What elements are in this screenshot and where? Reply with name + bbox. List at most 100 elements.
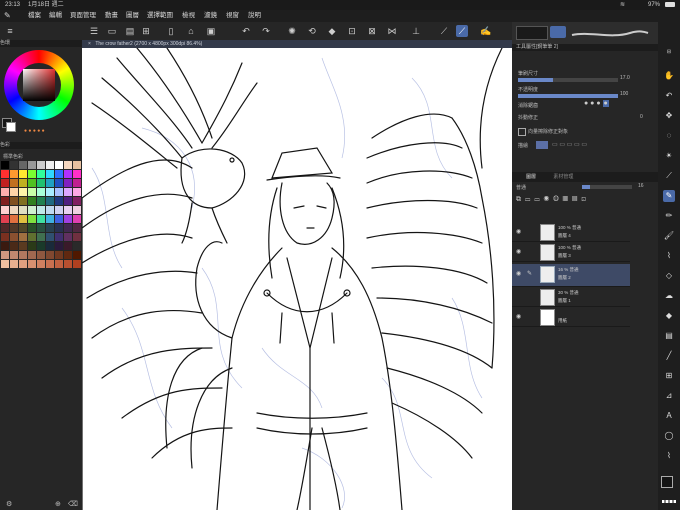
color-swatch[interactable] <box>64 224 72 232</box>
color-swatch[interactable] <box>55 215 63 223</box>
color-swatch[interactable] <box>55 206 63 214</box>
undo-icon[interactable]: ↶ <box>663 90 675 102</box>
color-swatch[interactable] <box>1 179 9 187</box>
color-swatch[interactable] <box>55 161 63 169</box>
color-swatch[interactable] <box>73 251 81 259</box>
color-swatch[interactable] <box>37 233 45 241</box>
color-swatch[interactable] <box>19 224 27 232</box>
material-tab[interactable]: 素材管理 <box>553 174 573 180</box>
menu-icon[interactable]: ≡ <box>4 25 16 37</box>
menu-layer[interactable]: 圖層 <box>126 10 139 22</box>
layer-view-icon[interactable]: ▤ <box>124 25 136 37</box>
color-swatch[interactable] <box>10 161 18 169</box>
color-swatch[interactable] <box>64 251 72 259</box>
redo-icon[interactable]: ↷ <box>260 25 272 37</box>
color-swatch[interactable] <box>10 260 18 268</box>
canvas-tab[interactable]: × The crow father2 (2700 x 4800px 300dpi… <box>82 40 512 48</box>
color-swatch[interactable] <box>37 260 45 268</box>
color-swatch[interactable] <box>1 251 9 259</box>
color-swatch[interactable] <box>1 233 9 241</box>
menu-edit[interactable]: 編輯 <box>49 10 62 22</box>
color-swatch[interactable] <box>64 170 72 178</box>
color-swatch[interactable] <box>10 206 18 214</box>
color-swatch[interactable] <box>19 170 27 178</box>
pen-mode-icon[interactable]: ⟋ <box>438 25 450 37</box>
vector-erase-checkbox[interactable] <box>518 128 526 136</box>
color-swatch[interactable] <box>46 233 54 241</box>
anti-alias-options[interactable]: ● ● ● ● <box>584 100 609 107</box>
color-swatch[interactable] <box>28 224 36 232</box>
menu-view[interactable]: 檢視 <box>182 10 195 22</box>
color-swatch[interactable] <box>46 197 54 205</box>
color-swatch[interactable] <box>1 242 9 250</box>
color-swatch[interactable] <box>73 215 81 223</box>
color-swatch[interactable] <box>10 188 18 196</box>
text-icon[interactable]: A <box>663 410 675 422</box>
app-icon[interactable]: ✎ <box>4 10 11 22</box>
color-swatch[interactable] <box>64 215 72 223</box>
color-swatch[interactable] <box>1 224 9 232</box>
color-swatch[interactable] <box>1 188 9 196</box>
color-swatch[interactable] <box>19 206 27 214</box>
transparent-color-chip[interactable] <box>662 500 676 503</box>
active-pen-icon[interactable]: ⟋ <box>456 25 468 37</box>
layer-row[interactable]: 30 % 普通 圖層 1 <box>512 287 630 307</box>
blend-icon[interactable]: ☁ <box>663 290 675 302</box>
color-swatch[interactable] <box>55 224 63 232</box>
color-swatch[interactable] <box>37 170 45 178</box>
color-swatch[interactable] <box>55 242 63 250</box>
eye-icon[interactable]: ◉ <box>516 228 521 235</box>
color-swatch[interactable] <box>55 179 63 187</box>
color-swatch[interactable] <box>37 206 45 214</box>
color-swatch[interactable] <box>46 161 54 169</box>
color-swatch[interactable] <box>73 206 81 214</box>
smart-pen-icon[interactable]: ✍ <box>480 25 492 37</box>
transform-icon[interactable]: ⊠ <box>366 25 378 37</box>
eraser-icon[interactable]: ◇ <box>663 270 675 282</box>
settings-icon[interactable]: ✺ <box>286 25 298 37</box>
magic-wand-icon[interactable]: ✴ <box>663 150 675 162</box>
color-swatch[interactable] <box>28 188 36 196</box>
layer-row[interactable]: ◉ 用紙 <box>512 307 630 327</box>
fill-icon[interactable]: ◆ <box>663 310 675 322</box>
color-swatch[interactable] <box>46 188 54 196</box>
layer-toolbar[interactable]: ⧉▭▭◉◍▦▤⊡ <box>516 196 590 204</box>
color-swatch[interactable] <box>55 251 63 259</box>
color-swatch[interactable] <box>46 242 54 250</box>
pen-lock-icon[interactable]: ✎ <box>527 270 532 277</box>
close-tab-icon[interactable]: × <box>88 41 91 47</box>
drawing-canvas[interactable] <box>82 48 512 510</box>
color-swatch[interactable] <box>37 215 45 223</box>
color-swatch[interactable] <box>37 224 45 232</box>
color-swatch[interactable] <box>46 170 54 178</box>
color-swatch[interactable] <box>46 179 54 187</box>
color-swatch[interactable] <box>1 161 9 169</box>
color-swatch[interactable] <box>28 170 36 178</box>
color-swatch[interactable] <box>73 224 81 232</box>
brush-tip-preview[interactable] <box>516 26 548 40</box>
frame-icon[interactable]: ⊞ <box>663 370 675 382</box>
color-swatch[interactable] <box>10 251 18 259</box>
color-swatch[interactable] <box>46 206 54 214</box>
color-swatch[interactable] <box>73 179 81 187</box>
color-swatch[interactable] <box>10 170 18 178</box>
gradient-icon[interactable]: ▤ <box>663 330 675 342</box>
color-swatch[interactable] <box>28 179 36 187</box>
eye-icon[interactable]: ◉ <box>516 248 521 255</box>
color-swatch[interactable] <box>55 188 63 196</box>
color-swatch[interactable] <box>28 242 36 250</box>
color-swatch[interactable] <box>73 197 81 205</box>
color-swatch[interactable] <box>64 242 72 250</box>
angle-options[interactable]: ▭ ▭ ▭ ▭ ▭ <box>552 141 587 148</box>
lasso-icon[interactable]: ◌ <box>663 130 675 142</box>
sub-tool-button[interactable] <box>550 26 566 38</box>
menu-file[interactable]: 檔案 <box>28 10 41 22</box>
color-swatch[interactable] <box>64 197 72 205</box>
color-swatch[interactable] <box>64 233 72 241</box>
color-swatch[interactable] <box>1 206 9 214</box>
color-square[interactable] <box>23 69 55 101</box>
color-set-settings-icon[interactable]: ⚙ <box>6 500 12 508</box>
clear-icon[interactable]: ⊡ <box>346 25 358 37</box>
color-swatch[interactable] <box>55 260 63 268</box>
menu-animation[interactable]: 動畫 <box>105 10 118 22</box>
